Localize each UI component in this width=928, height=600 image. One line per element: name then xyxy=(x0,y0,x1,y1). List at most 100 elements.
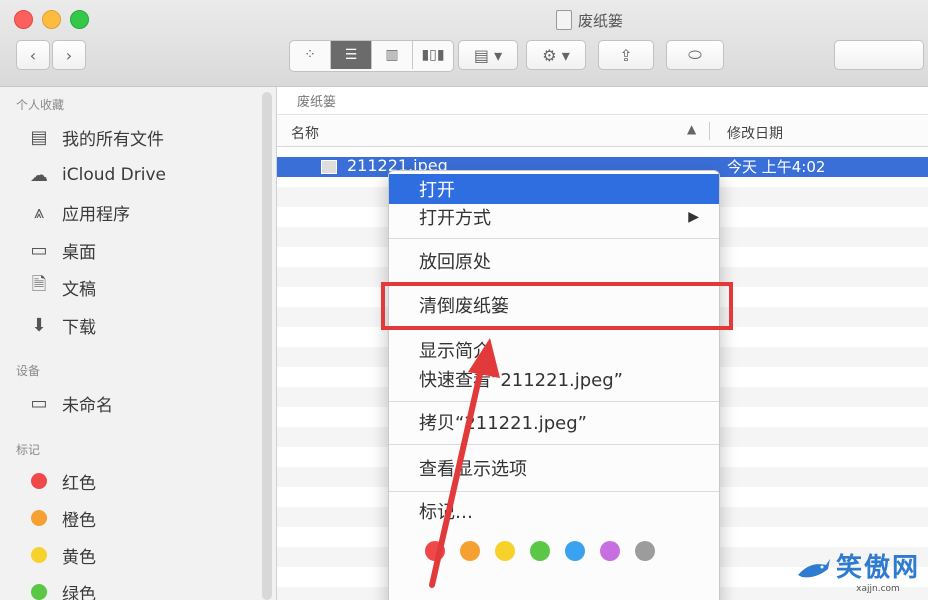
sidebar-item-desktop[interactable]: ▭ 桌面 xyxy=(28,237,96,263)
columns-icon: ▥ xyxy=(385,47,399,63)
sidebar-item-label: 未命名 xyxy=(62,395,113,416)
title-bar: 废纸篓 ‹ › ⁘ ☰ ▥ ▮▯▮ ▤ ▾ ⚙ ▾ ⇪ ⬭ xyxy=(0,0,928,87)
download-icon: ⬇ xyxy=(31,314,47,336)
sidebar-item-tag-green[interactable]: 绿色 xyxy=(28,579,96,600)
sidebar-item-label: iCloud Drive xyxy=(62,165,167,185)
sidebar-item-downloads[interactable]: ⬇ 下载 xyxy=(28,312,96,338)
share-icon: ⇪ xyxy=(619,45,633,65)
watermark-text: 笑傲网 xyxy=(835,553,920,583)
path-bar: 废纸篓 xyxy=(277,87,928,115)
red-tag-icon xyxy=(31,473,47,489)
sidebar-item-label: 桌面 xyxy=(62,242,96,263)
sidebar-item-icloud[interactable]: ☁ iCloud Drive xyxy=(28,162,166,188)
menu-item-tags[interactable]: 标记… xyxy=(389,496,719,526)
red-tag-dot[interactable] xyxy=(425,541,445,561)
sidebar-item-tag-red[interactable]: 红色 xyxy=(28,468,96,494)
favorites-header: 个人收藏 xyxy=(16,98,65,112)
devices-header: 设备 xyxy=(16,364,41,378)
menu-item-quick-look[interactable]: 快速查看“211221.jpeg” xyxy=(389,364,719,394)
sidebar-item-label: 黄色 xyxy=(62,547,96,568)
share-button[interactable]: ⇪ xyxy=(598,40,654,70)
yellow-tag-dot[interactable] xyxy=(495,541,515,561)
menu-separator xyxy=(389,444,719,445)
date-column-header[interactable]: 修改日期 xyxy=(727,123,783,143)
menu-item-label: 拷贝“211221.jpeg” xyxy=(419,413,588,434)
tag-color-row xyxy=(425,541,655,561)
tags-header: 标记 xyxy=(16,443,41,457)
sidebar-item-documents[interactable]: 🗎 文稿 xyxy=(28,274,96,300)
highlight-box xyxy=(381,282,733,330)
sidebar-item-tag-orange[interactable]: 橙色 xyxy=(28,505,96,531)
sidebar-item-label: 应用程序 xyxy=(62,204,130,225)
menu-item-label: 放回原处 xyxy=(419,252,491,273)
minimize-button[interactable] xyxy=(42,10,61,29)
menu-item-get-info[interactable]: 显示简介 xyxy=(389,335,719,365)
menu-item-label: 打开 xyxy=(419,180,455,201)
sort-ascending-icon[interactable]: ▲ xyxy=(687,122,696,136)
sidebar-item-label: 文稿 xyxy=(62,279,96,300)
column-divider[interactable] xyxy=(709,122,710,140)
menu-item-copy[interactable]: 拷贝“211221.jpeg” xyxy=(389,407,719,437)
tags-button[interactable]: ⬭ xyxy=(666,40,724,70)
orange-tag-icon xyxy=(31,510,47,526)
menu-separator xyxy=(389,238,719,239)
menu-separator xyxy=(389,401,719,402)
green-tag-icon xyxy=(31,584,47,600)
sidebar-item-tag-yellow[interactable]: 黄色 xyxy=(28,542,96,568)
column-view-button[interactable]: ▥ xyxy=(372,41,413,69)
menu-item-label: 快速查看“211221.jpeg” xyxy=(419,370,624,391)
sidebar-item-untitled[interactable]: ▭ 未命名 xyxy=(28,390,113,416)
window-title: 废纸篓 xyxy=(556,8,623,32)
gray-tag-dot[interactable] xyxy=(635,541,655,561)
sidebar-item-label: 红色 xyxy=(62,473,96,494)
menu-item-label: 查看显示选项 xyxy=(419,459,527,480)
submenu-arrow-icon: ▶ xyxy=(688,209,699,225)
sidebar-scrollbar[interactable] xyxy=(262,92,272,600)
list-icon: ☰ xyxy=(344,47,358,63)
applications-icon: ⩓ xyxy=(33,201,45,223)
search-field[interactable] xyxy=(834,40,924,70)
cover-flow-button[interactable]: ▮▯▮ xyxy=(413,41,453,69)
arrange-button[interactable]: ▤ ▾ xyxy=(458,40,518,70)
icon-view-button[interactable]: ⁘ xyxy=(290,41,331,69)
orange-tag-dot[interactable] xyxy=(460,541,480,561)
image-file-icon xyxy=(321,160,337,174)
window-title-text: 废纸篓 xyxy=(578,11,624,30)
arrange-icon: ▤ ▾ xyxy=(473,45,503,65)
sidebar-item-label: 下载 xyxy=(62,317,96,338)
menu-item-view-options[interactable]: 查看显示选项 xyxy=(389,453,719,483)
name-column-header[interactable]: 名称 xyxy=(291,123,319,143)
sidebar-item-label: 我的所有文件 xyxy=(62,129,164,150)
sidebar: 个人收藏 ▤ 我的所有文件 ☁ iCloud Drive ⩓ 应用程序 ▭ 桌面… xyxy=(0,87,277,600)
cover-flow-icon: ▮▯▮ xyxy=(421,47,445,63)
menu-item-open[interactable]: 打开 xyxy=(389,174,719,204)
sidebar-item-applications[interactable]: ⩓ 应用程序 xyxy=(28,199,130,225)
disk-icon: ▭ xyxy=(30,392,48,414)
sidebar-item-all-files[interactable]: ▤ 我的所有文件 xyxy=(28,124,164,150)
cloud-icon: ☁ xyxy=(30,164,48,186)
menu-item-open-with[interactable]: 打开方式 ▶ xyxy=(389,202,719,232)
sidebar-item-label: 橙色 xyxy=(62,510,96,531)
document-icon: 🗎 xyxy=(31,274,47,295)
chevron-left-icon: ‹ xyxy=(29,45,37,65)
menu-separator xyxy=(389,491,719,492)
watermark: 笑傲网 xajjn.com xyxy=(796,547,920,594)
context-menu: 打开 打开方式 ▶ 放回原处 清倒废纸篓 显示简介 快速查看“211221.jp… xyxy=(388,170,720,600)
list-view-button[interactable]: ☰ xyxy=(331,41,372,69)
blue-tag-dot[interactable] xyxy=(565,541,585,561)
green-tag-dot[interactable] xyxy=(530,541,550,561)
column-header: 名称 ▲ 修改日期 xyxy=(277,116,928,147)
sidebar-item-label: 绿色 xyxy=(62,584,96,600)
purple-tag-dot[interactable] xyxy=(600,541,620,561)
back-button[interactable]: ‹ xyxy=(16,40,50,70)
close-button[interactable] xyxy=(14,10,33,29)
path-label: 废纸篓 xyxy=(297,95,337,110)
forward-button[interactable]: › xyxy=(52,40,86,70)
watermark-url: xajjn.com xyxy=(856,584,900,594)
menu-item-label: 显示简介 xyxy=(419,341,491,362)
gear-icon: ⚙ ▾ xyxy=(542,45,570,65)
action-button[interactable]: ⚙ ▾ xyxy=(526,40,586,70)
menu-item-put-back[interactable]: 放回原处 xyxy=(389,246,719,276)
zoom-button[interactable] xyxy=(70,10,89,29)
menu-item-label: 标记… xyxy=(419,502,473,523)
